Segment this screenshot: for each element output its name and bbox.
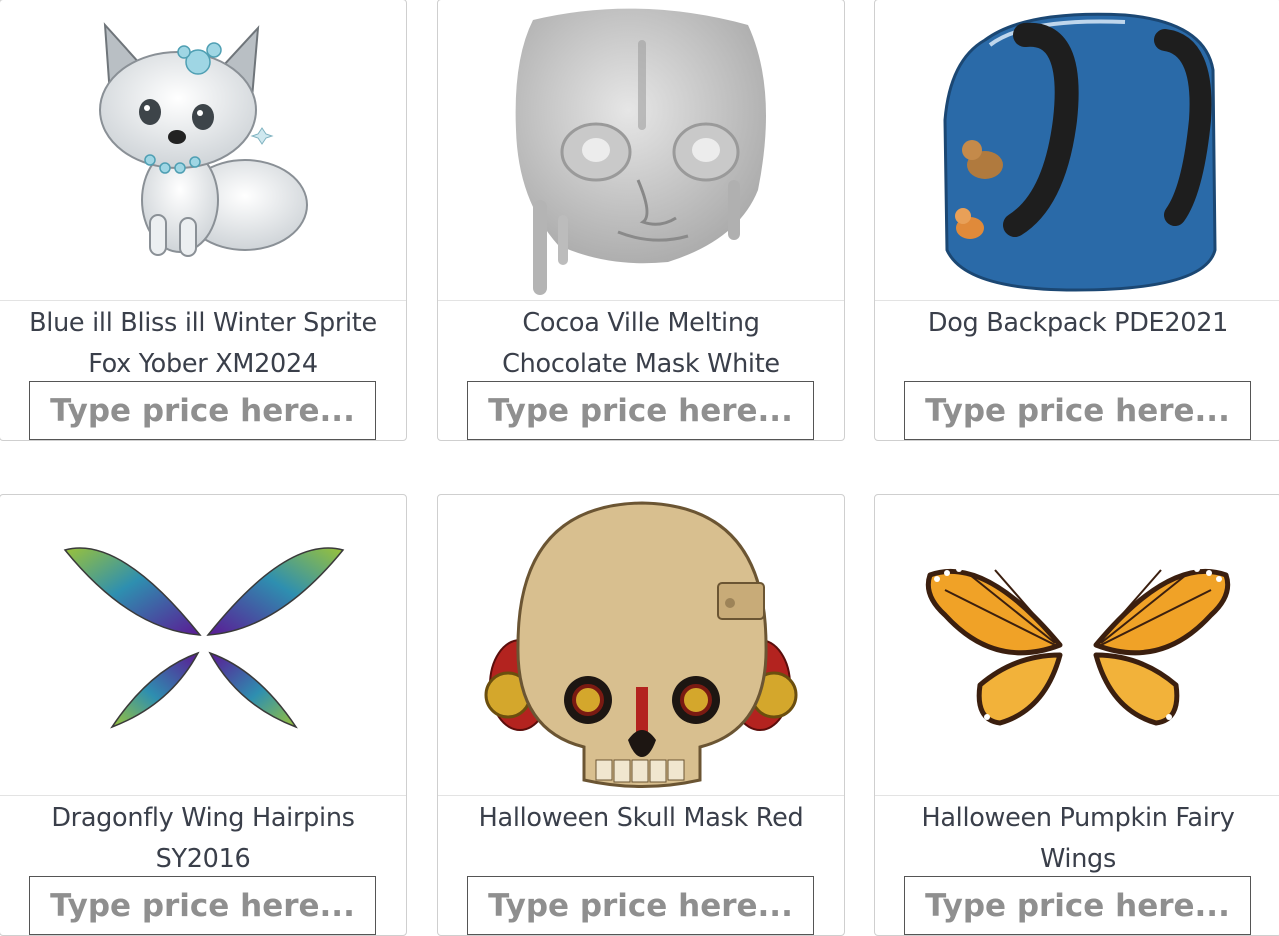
price-input[interactable] — [904, 381, 1251, 440]
item-name: Dog Backpack PDE2021 — [927, 308, 1229, 338]
item-card: Cocoa Ville Melting Chocolate Mask White — [437, 0, 845, 441]
price-input[interactable] — [467, 876, 814, 935]
item-card: Halloween Skull Mask Red — [437, 494, 845, 936]
item-card: Dragonfly Wing Hairpins SY2016 — [0, 494, 407, 936]
item-name: Halloween Skull Mask Red — [478, 803, 804, 833]
item-card: Dog Backpack PDE2021 — [874, 0, 1279, 441]
price-input[interactable] — [29, 381, 376, 440]
winter-fox-icon — [99, 22, 308, 257]
price-input[interactable] — [29, 876, 376, 935]
item-image[interactable] — [438, 0, 844, 301]
price-input[interactable] — [467, 381, 814, 440]
item-image[interactable] — [0, 495, 406, 796]
item-name: Cocoa Ville Melting Chocolate Mask White — [502, 308, 780, 379]
item-name: Blue ill Bliss ill Winter Sprite Fox Yob… — [29, 308, 377, 379]
skull-mask-icon — [484, 501, 798, 788]
item-card: Halloween Pumpkin Fairy Wings — [874, 494, 1279, 936]
butterfly-wings-icon — [925, 566, 1231, 726]
item-image[interactable] — [875, 0, 1279, 301]
item-name: Halloween Pumpkin Fairy Wings — [921, 803, 1235, 874]
item-card: Blue ill Bliss ill Winter Sprite Fox Yob… — [0, 0, 407, 441]
price-input[interactable] — [904, 876, 1251, 935]
item-image[interactable] — [875, 495, 1279, 796]
item-name: Dragonfly Wing Hairpins SY2016 — [51, 803, 355, 874]
item-image[interactable] — [438, 495, 844, 796]
item-image[interactable] — [0, 0, 406, 301]
melting-mask-icon — [515, 8, 766, 295]
dragonfly-wings-icon — [63, 547, 345, 729]
backpack-icon — [943, 12, 1217, 292]
